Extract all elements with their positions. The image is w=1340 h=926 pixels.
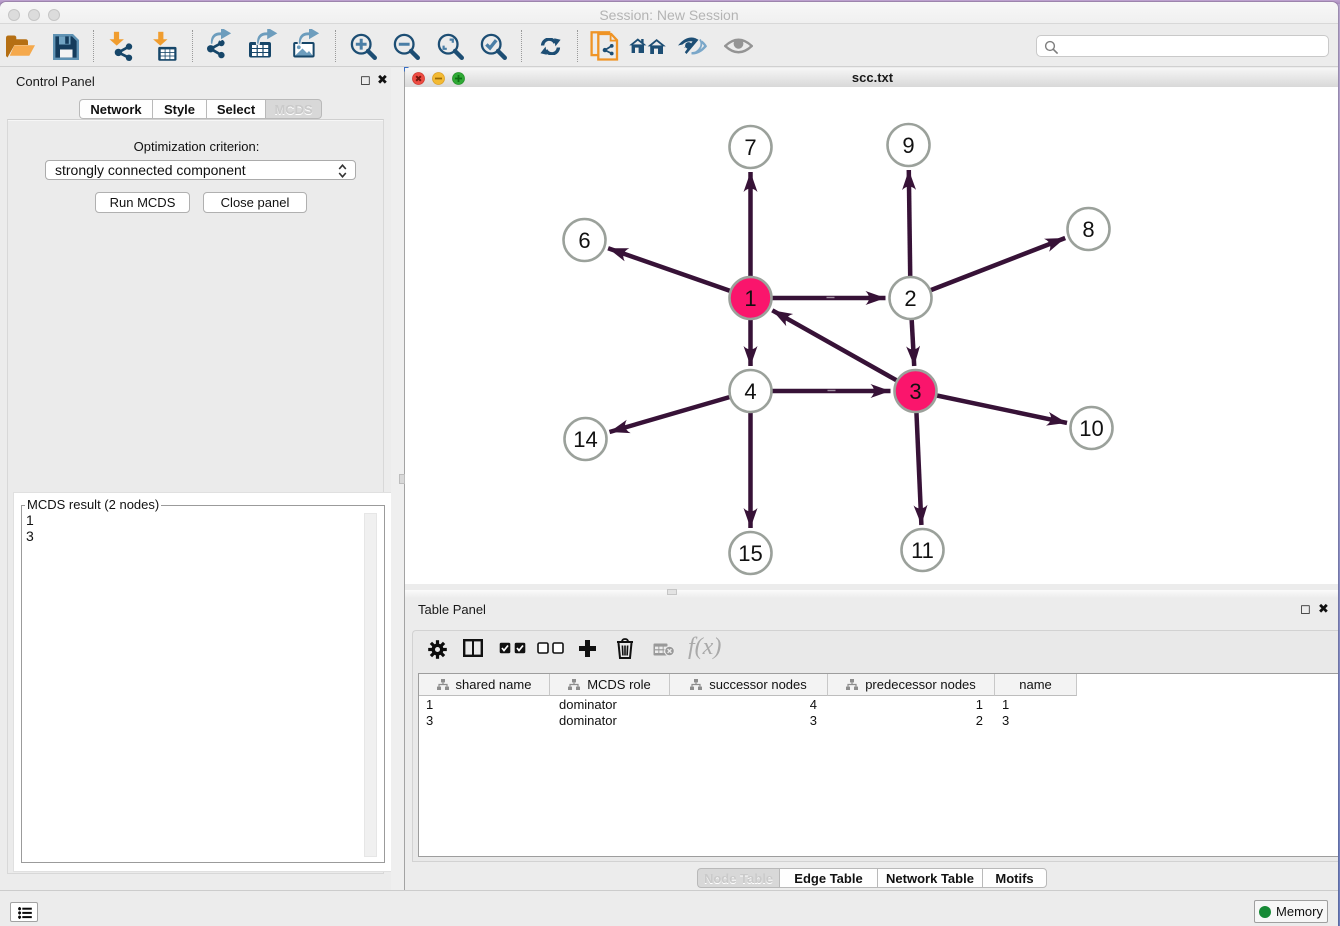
svg-text:1: 1 <box>744 286 756 311</box>
svg-text:15: 15 <box>738 541 762 566</box>
svg-text:4: 4 <box>744 379 756 404</box>
svg-text:6: 6 <box>578 228 590 253</box>
svg-text:10: 10 <box>1079 416 1103 441</box>
svg-text:11: 11 <box>911 538 934 563</box>
svg-text:3: 3 <box>909 379 921 404</box>
svg-text:2: 2 <box>904 286 916 311</box>
svg-text:14: 14 <box>573 427 597 452</box>
svg-text:9: 9 <box>902 133 914 158</box>
svg-text:7: 7 <box>744 135 756 160</box>
svg-text:8: 8 <box>1082 217 1094 242</box>
